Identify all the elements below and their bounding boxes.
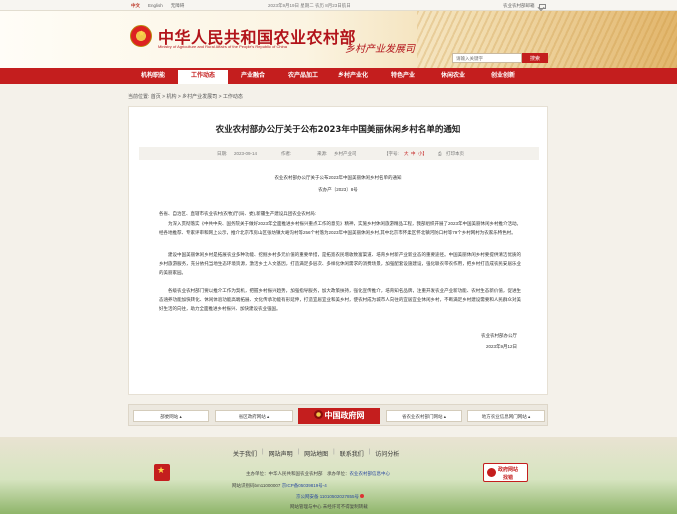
- gov-cn-label: 中国政府网: [324, 411, 365, 420]
- footer-link-about[interactable]: 关于我们: [233, 449, 257, 458]
- lang-chinese-link[interactable]: 中文: [131, 3, 140, 9]
- local-agri-label: 地方农业信息网门网站: [481, 414, 527, 419]
- icp-link[interactable]: 京ICP备05039819号-4: [282, 483, 327, 488]
- site-id: 网站识别码bm11000007: [232, 483, 281, 488]
- agri-depts-select[interactable]: 省农业农村部门网站 ▴: [386, 410, 462, 422]
- date-display: 2023年9月19日 星期二 农历 8月23日航日: [268, 3, 351, 8]
- date-label: 日期:: [217, 151, 228, 156]
- mail-icon: [538, 3, 546, 9]
- accessibility-link[interactable]: 无障碍: [171, 3, 185, 9]
- mailbox-link[interactable]: 农业农村部邮箱: [503, 3, 546, 9]
- nav-item-work-news[interactable]: 工作动态: [178, 68, 228, 84]
- footer-host-line: 主办单位：中华人民共和国农业农村部 承办单位：农业农村部信息中心: [246, 471, 390, 477]
- footer-link-contact[interactable]: 联系我们: [340, 449, 364, 458]
- article-meta-bar: 日期: 2023-09-14 作者: 来源: 乡村产业司 【字号: 大 中 小】…: [139, 147, 539, 160]
- site-header: 中华人民共和国农业农村部 Ministry of Agriculture and…: [0, 11, 677, 68]
- print-link[interactable]: 打印本页: [446, 151, 464, 157]
- doc-paragraph-1: 为深入贯彻落实《中共中央、国务院关于做好2023年全面推进乡村振兴重点工作的意见…: [159, 221, 522, 235]
- source-label: 来源:: [317, 151, 328, 156]
- agri-depts-caret-icon: ▴: [443, 414, 447, 419]
- ministries-label: 部委网站: [160, 414, 179, 419]
- ministries-select[interactable]: 部委网站 ▴: [133, 410, 209, 422]
- site-subtitle-en: Ministry of Agriculture and Rural Affair…: [158, 44, 287, 49]
- national-emblem-icon[interactable]: [130, 25, 152, 47]
- channel-title[interactable]: 乡村产业发展司: [345, 40, 415, 55]
- agri-depts-label: 省农业农村部门网站: [401, 414, 443, 419]
- sign-date: 2023年9月12日: [485, 344, 517, 349]
- author-label: 作者:: [281, 151, 292, 156]
- article-panel: 农业农村部办公厅关于公布2023年中国美丽休闲乡村名单的通知 日期: 2023-…: [128, 106, 548, 395]
- footer-link-sitemap[interactable]: 网站地图: [304, 449, 328, 458]
- provinces-caret-icon: ▴: [267, 414, 270, 419]
- nav-item-industrialization[interactable]: 乡村产业化: [328, 68, 378, 84]
- nav-item-processing[interactable]: 农产品加工: [278, 68, 328, 84]
- police-record-link[interactable]: 京公网安备 11010502027855号: [296, 494, 359, 499]
- source-value: 乡村产业司: [334, 151, 357, 156]
- footer-police-line: 京公网安备 11010502027855号: [296, 494, 365, 500]
- font-size-label: 【字号:: [384, 151, 399, 156]
- nav-item-integration[interactable]: 产业融合: [228, 68, 278, 84]
- host-text: 主办单位：中华人民共和国农业农村部 承办单位：: [246, 471, 350, 476]
- font-size-small[interactable]: 小】: [418, 151, 427, 157]
- gov-site-error-report-badge[interactable]: 政府网站 找错: [483, 463, 528, 482]
- footer-link-analytics[interactable]: 访问分析: [375, 449, 399, 458]
- footer-separator: |: [333, 449, 335, 455]
- site-footer: 关于我们 | 网站声明 | 网站地图 | 联系我们 | 访问分析 主办单位：中华人民共和…: [0, 437, 677, 514]
- provinces-label: 省区政府网站: [238, 414, 266, 419]
- doc-salutation: 各省、自治区、直辖市农业农村(农牧)厅(局、委),新疆生产建设兵团农业农村局:: [159, 211, 316, 216]
- ministries-caret-icon: ▴: [179, 414, 182, 419]
- police-badge-icon: [360, 494, 365, 498]
- search-box: 搜索: [452, 53, 548, 63]
- error-report-line1: 政府网站: [498, 467, 519, 473]
- sign-organization: 农业农村部办公厅: [481, 333, 517, 338]
- doc-paragraph-3: 各级农业农村部门要以推介工作为契机，把握乡村振兴趋势，加强指导服务，加大政策扶持…: [159, 288, 521, 311]
- print-icon[interactable]: ⎙: [438, 151, 442, 156]
- provinces-select[interactable]: 省区政府网站 ▴: [215, 410, 293, 422]
- footer-link-statement[interactable]: 网站声明: [269, 449, 293, 458]
- footer-separator: |: [262, 449, 264, 455]
- top-utility-bar: 中文 English 无障碍 2023年9月19日 星期二 农历 8月23日航日…: [0, 0, 677, 11]
- publish-date: 2023-09-14: [234, 151, 258, 156]
- breadcrumb: 当前位置: 首页 > 机构 > 乡村产业发展司 > 工作动态: [128, 94, 243, 100]
- nav-item-leisure-agri[interactable]: 休闲农业: [428, 68, 478, 84]
- language-switcher: 中文 English 无障碍: [131, 3, 184, 9]
- gov-emblem-icon: [313, 410, 323, 419]
- host-center-link[interactable]: 农业农村部信息中心: [350, 471, 391, 476]
- footer-links: 关于我们 | 网站声明 | 网站地图 | 联系我们 | 访问分析: [233, 449, 399, 458]
- related-links-bar: 部委网站 ▴ 省区政府网站 ▴ 中国政府网 省农业农村部门网站 ▴ 地方农业信息…: [128, 404, 548, 426]
- local-agri-caret-icon: ▴: [528, 414, 531, 419]
- error-report-icon: [487, 468, 496, 477]
- nav-item-functions[interactable]: 机构职能: [128, 68, 178, 84]
- doc-title: 农业农村部办公厅关于公布2023年中国美丽休闲乡村名单的通知: [274, 175, 402, 180]
- nav-item-entrepreneurship[interactable]: 创业创新: [478, 68, 528, 84]
- footer-copyright: 网站管理与中心 未经许可不得复制转载: [290, 504, 368, 509]
- search-input[interactable]: [452, 53, 522, 63]
- font-size-large[interactable]: 大: [404, 151, 409, 157]
- footer-record-line: 网站识别码bm11000007 京ICP备05039819号-4: [232, 483, 327, 489]
- doc-paragraph-2: 建设中国美丽休闲乡村是拓展农业多种功能、挖掘乡村多元价值的重要举措，是拓宽农民增…: [159, 252, 521, 275]
- error-report-line2: 找错: [503, 475, 514, 481]
- nav-item-special-industry[interactable]: 特色产业: [378, 68, 428, 84]
- font-size-medium[interactable]: 中: [411, 151, 416, 157]
- footer-separator: |: [368, 449, 371, 455]
- article-title: 农业农村部办公厅关于公布2023年中国美丽休闲乡村名单的通知: [215, 125, 461, 135]
- search-button[interactable]: 搜索: [522, 53, 548, 63]
- local-agri-select[interactable]: 地方农业信息网门网站 ▴: [467, 410, 545, 422]
- main-nav: 机构职能 工作动态 产业融合 农产品加工 乡村产业化 特色产业 休闲农业 创业创…: [0, 68, 677, 84]
- main-nav-list: 机构职能 工作动态 产业融合 农产品加工 乡村产业化 特色产业 休闲农业 创业创…: [128, 68, 528, 84]
- gov-cn-link[interactable]: 中国政府网: [298, 408, 380, 424]
- footer-separator: |: [297, 449, 300, 455]
- doc-number: 农办产〔2023〕8号: [318, 187, 358, 192]
- mailbox-label: 农业农村部邮箱: [503, 3, 535, 8]
- party-gov-icon[interactable]: [154, 464, 170, 481]
- lang-english-link[interactable]: English: [148, 3, 163, 9]
